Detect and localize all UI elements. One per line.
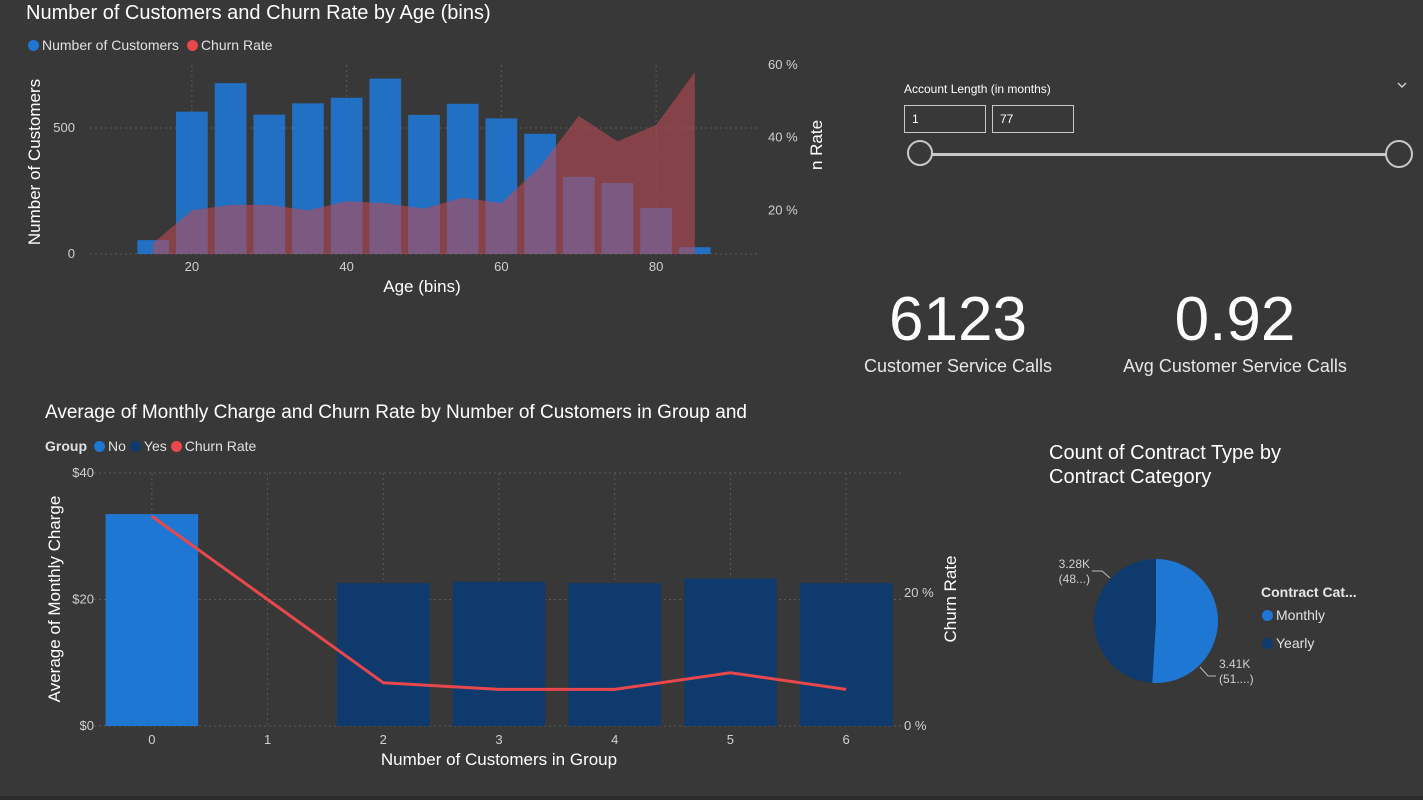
group-chart-bar-yes xyxy=(337,583,430,726)
pie-legend-dot-monthly xyxy=(1262,609,1273,621)
account-length-slider-min-handle[interactable] xyxy=(907,140,933,166)
legend-label-churn-rate: Churn Rate xyxy=(184,438,257,454)
group-chart-x-tick: 4 xyxy=(611,732,618,747)
legend-item-customers[interactable]: Number of Customers xyxy=(28,37,179,53)
chevron-down-icon[interactable] xyxy=(1395,78,1409,92)
account-length-slicer-label: Account Length (in months) xyxy=(904,82,1051,96)
pie-legend-item-yearly[interactable]: Yearly xyxy=(1262,635,1314,651)
legend-item-churn[interactable]: Churn Rate xyxy=(186,37,273,53)
pie-slice-yearly xyxy=(1093,559,1156,683)
group-chart-x-tick: 2 xyxy=(380,732,387,747)
account-length-slider-max-handle[interactable] xyxy=(1385,140,1413,168)
group-chart-y2-tick: 20 % xyxy=(904,585,934,600)
account-length-max-input[interactable]: 77 xyxy=(992,105,1074,133)
group-chart-y2-axis-title: Churn Rate xyxy=(941,556,960,643)
group-chart-x-axis-title: Number of Customers in Group xyxy=(381,750,617,769)
group-chart-x-tick: 5 xyxy=(727,732,734,747)
pie-leader-yearly xyxy=(1092,570,1111,579)
group-chart-y-tick: $0 xyxy=(80,718,94,733)
pie-chart-title: Count of Contract Type by Contract Categ… xyxy=(1049,441,1349,489)
legend-label-customers: Number of Customers xyxy=(42,37,179,53)
kpi-value-avg-service-calls: 0.92 xyxy=(1174,285,1296,354)
group-chart-bar-no xyxy=(105,514,199,726)
legend-dot-churn xyxy=(186,39,198,51)
group-chart-legend: Group No Yes Churn Rate xyxy=(45,438,264,454)
kpi-card-service-calls: 6123 Customer Service Calls xyxy=(858,289,1058,377)
pie-label-yearly-value: 3.28K xyxy=(1059,557,1090,571)
pie-chart-title-line1: Count of Contract Type by xyxy=(1049,442,1281,464)
legend-dot-churn-rate xyxy=(170,440,182,452)
age-chart-x-tick: 40 xyxy=(339,259,353,274)
group-chart-x-tick: 1 xyxy=(264,732,271,747)
age-chart-y-axis-title: Number of Customers xyxy=(25,79,44,245)
pie-label-monthly-value: 3.41K xyxy=(1219,657,1250,671)
pie-legend-label-monthly: Monthly xyxy=(1276,607,1326,623)
age-chart-y-tick: 500 xyxy=(53,120,75,135)
legend-label-churn: Churn Rate xyxy=(200,37,273,53)
pie-chart-title-line2: Contract Category xyxy=(1049,466,1212,488)
legend-item-no[interactable]: No xyxy=(94,438,126,454)
pie-slice-monthly xyxy=(1152,559,1218,683)
legend-item-churn-rate[interactable]: Churn Rate xyxy=(170,438,257,454)
legend-label-no: No xyxy=(108,438,126,454)
group-chart-x-tick: 0 xyxy=(148,732,155,747)
age-chart-y2-tick: 60 % xyxy=(768,57,798,72)
group-chart-x-tick: 6 xyxy=(843,732,850,747)
age-chart-legend: Number of Customers Churn Rate xyxy=(28,37,281,53)
pie-label-yearly-pct: (48...) xyxy=(1059,572,1090,586)
pie-legend-label-yearly: Yearly xyxy=(1276,635,1315,651)
group-chart-bar-yes xyxy=(452,581,546,726)
group-chart-plot[interactable]: 0 1 2 3 4 5 6 $0 $20 $40 0 % 20 % Number of Custome… xyxy=(0,460,980,780)
page-tab-strip xyxy=(0,796,1423,800)
legend-dot-yes xyxy=(129,440,141,452)
pie-legend-item-monthly[interactable]: Monthly xyxy=(1262,607,1325,623)
age-chart-y2-tick: 20 % xyxy=(768,202,798,217)
pie-legend-dot-yearly xyxy=(1262,637,1273,649)
group-chart-y-axis-title: Average of Monthly Charge xyxy=(45,496,64,703)
group-chart-bar-yes xyxy=(799,583,893,726)
age-chart-y-tick: 0 xyxy=(68,246,75,261)
account-length-slider-track[interactable] xyxy=(921,153,1399,156)
age-chart-x-tick: 20 xyxy=(185,259,199,274)
group-chart-y-tick: $40 xyxy=(72,465,94,480)
group-chart-title: Average of Monthly Charge and Churn Rate… xyxy=(45,402,747,423)
legend-title-group: Group xyxy=(45,438,87,454)
legend-dot-no xyxy=(94,440,105,452)
legend-label-yes: Yes xyxy=(143,438,167,454)
legend-dot-customers xyxy=(28,39,39,51)
age-chart-y2-axis-title: n Rate xyxy=(807,120,826,170)
chevron-down-svg xyxy=(1397,82,1407,88)
age-chart-x-axis-title: Age (bins) xyxy=(383,277,460,296)
group-chart-bar-yes xyxy=(568,583,661,726)
group-chart-x-tick: 3 xyxy=(495,732,502,747)
pie-chart-plot[interactable]: 3.28K (48...) 3.41K (51....) xyxy=(1040,540,1280,700)
age-chart-x-tick: 60 xyxy=(494,259,508,274)
age-chart-plot[interactable]: 20 40 60 80 0 500 20 % 40 % 60 % Age (bins) Numb… xyxy=(0,55,840,305)
kpi-label-avg-service-calls: Avg Customer Service Calls xyxy=(1123,356,1347,376)
pie-leader-monthly xyxy=(1199,666,1216,677)
account-length-min-input[interactable]: 1 xyxy=(904,105,986,133)
group-chart-bar-yes xyxy=(684,578,777,726)
kpi-label-service-calls: Customer Service Calls xyxy=(863,356,1053,376)
kpi-card-avg-service-calls: 0.92 Avg Customer Service Calls xyxy=(1115,289,1355,377)
legend-item-yes[interactable]: Yes xyxy=(129,438,167,454)
kpi-value-service-calls: 6123 xyxy=(889,285,1027,354)
pie-legend-title: Contract Cat... xyxy=(1261,584,1357,600)
group-chart-y2-tick: 0 % xyxy=(904,718,927,733)
group-chart-y-tick: $20 xyxy=(72,592,94,607)
age-chart-y2-tick: 40 % xyxy=(768,130,798,145)
age-chart-title: Number of Customers and Churn Rate by Ag… xyxy=(26,2,491,24)
pie-label-monthly-pct: (51....) xyxy=(1219,672,1254,686)
age-chart-x-tick: 80 xyxy=(649,259,663,274)
group-chart-title-wrap: Average of Monthly Charge and Churn Rate… xyxy=(45,402,803,424)
